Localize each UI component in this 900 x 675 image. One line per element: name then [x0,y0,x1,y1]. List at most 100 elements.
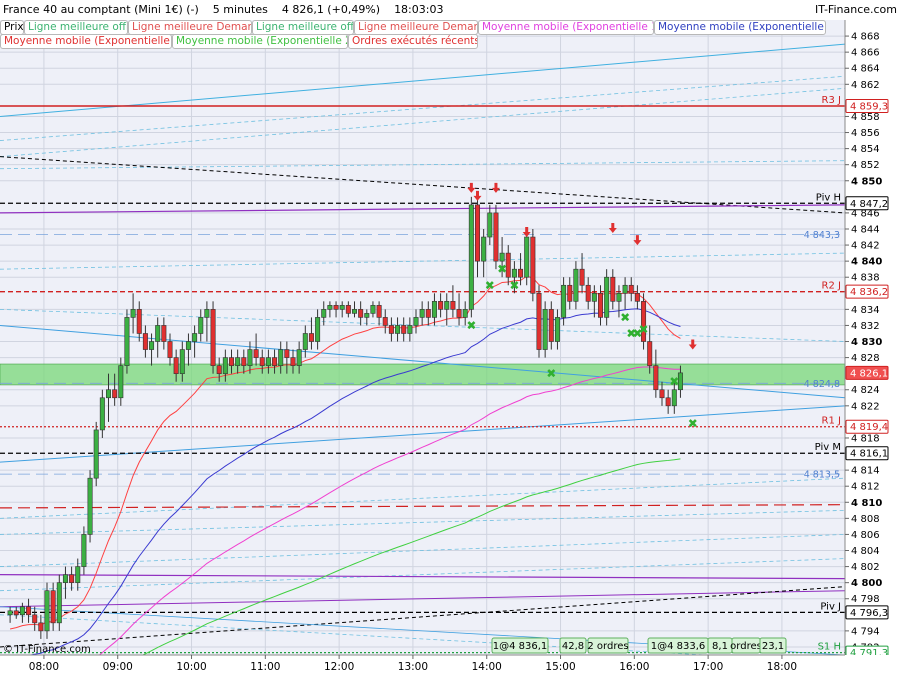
candle-body [179,349,185,374]
candle-body [388,325,394,334]
candle-body [622,284,628,294]
candle-body [647,341,653,366]
order-box: 1@4 833,6 [647,637,709,654]
candle-body [216,365,222,374]
candle-body [210,309,216,366]
candle-body [511,268,517,278]
candle-body [222,357,228,374]
candle [56,574,62,631]
price-tag-label: 4 796,3 [850,608,888,619]
candle-body [241,357,247,366]
legend-item[interactable]: Prix [0,20,24,35]
price-tick-label: 4 834 [851,305,880,316]
legend-item[interactable]: Ordres exécutés récents [348,34,478,49]
price-tick-label: 4 808 [851,514,880,525]
price-tick-label: 4 828 [851,353,880,364]
candle [530,228,536,302]
price-tick-label: 4 824 [851,385,880,396]
candle-body [567,284,573,302]
price-tick-label: 4 830 [851,337,882,348]
price-tick-label: 4 814 [851,466,880,477]
candle-body [628,284,634,294]
signal-cross-icon: ✖ [669,375,679,389]
candle-body [444,301,450,310]
order-box-label: 23,1 [762,641,784,652]
signal-cross-icon: ✖ [546,367,556,381]
price-tick-label: 4 842 [851,241,880,252]
price-tick-label: 4 854 [851,144,880,155]
candle-body [19,606,25,616]
candle [210,301,216,374]
legend-item[interactable]: Ligne meilleure offre [24,20,128,35]
candle-body [524,236,530,278]
candle-body [671,389,677,407]
level-value-label: 4 813,5 [804,470,840,481]
candle-body [585,284,591,302]
legend-item[interactable]: Moyenne mobile (Exponentielle 100) [478,20,654,35]
level-name-label: Piv H [816,192,841,203]
legend-item[interactable]: Moyenne mobile (Exponentielle 20) [0,34,172,49]
candle-body [296,349,302,366]
candle-body [44,590,50,632]
signal-cross-icon: ✖ [620,310,630,324]
legend-item[interactable]: Ligne meilleure Demande [128,20,252,35]
price-tick-label: 4 864 [851,64,880,75]
candle-body [173,357,179,374]
signal-cross-icon: ✖ [497,262,507,276]
legend-item[interactable]: Moyenne mobile (Exponentielle 50) [654,20,826,35]
candle-body [616,292,622,302]
price-tick-label: 4 844 [851,224,880,235]
candle [542,301,548,358]
candle-body [536,292,542,350]
candle-body [351,309,357,314]
candle-body [308,333,314,342]
candle-body [413,317,419,326]
candle-body [665,397,671,407]
candle-body [112,389,118,399]
order-box-label: 1@4 836,1 [493,641,548,652]
order-box: 2 ordres [587,637,629,654]
legend-item[interactable]: Ligne meilleure offre [252,20,354,35]
candle-body [142,333,148,350]
candle-body [26,606,32,616]
candle-body [327,305,333,310]
time-tick-label: 12:00 [324,661,354,673]
candle-body [253,349,259,358]
candle-body [487,212,493,238]
time-tick-label: 11:00 [250,661,280,673]
price-tick-label: 4 858 [851,112,880,123]
level-value-label: 4 843,3 [804,230,840,241]
candle-body [376,305,382,318]
candle-body [321,309,327,318]
time-tick-label: 13:00 [398,661,428,673]
time-tick-label: 17:00 [693,661,723,673]
candle-body [425,309,431,318]
order-box-label: 2 ordres [587,641,628,652]
candle [604,269,610,326]
candle-body [106,389,112,399]
price-tick-label: 4 800 [851,578,882,589]
candle-body [290,357,296,366]
level-value-label: 4 824,8 [804,379,840,390]
candle-body [419,309,425,318]
legend-item[interactable]: Ligne meilleure Demande [354,20,478,35]
price-tick-label: 4 838 [851,273,880,284]
candle [524,228,530,286]
candle-body [75,566,81,583]
candle-body [339,305,345,310]
candle-body [278,349,284,366]
candle [468,196,474,318]
candle-body [259,357,265,366]
candle-body [272,357,278,366]
candle-body [302,333,308,350]
signal-cross-icon: ✖ [466,318,476,332]
candle-body [653,365,659,391]
level-name-label: Piv M [815,442,841,453]
candle [44,582,50,639]
price-chart[interactable]: ✖✖✖✖✖✖✖✖✖✖✖ 4 8684 8664 8644 8624 8584 8… [0,0,900,675]
time-tick-label: 16:00 [619,661,649,673]
price-tag-label: 4 826,1 [850,368,888,379]
time-tick-label: 10:00 [176,661,206,673]
legend-item[interactable]: Moyenne mobile (Exponentielle 200) [172,34,348,49]
candle-body [204,309,210,318]
